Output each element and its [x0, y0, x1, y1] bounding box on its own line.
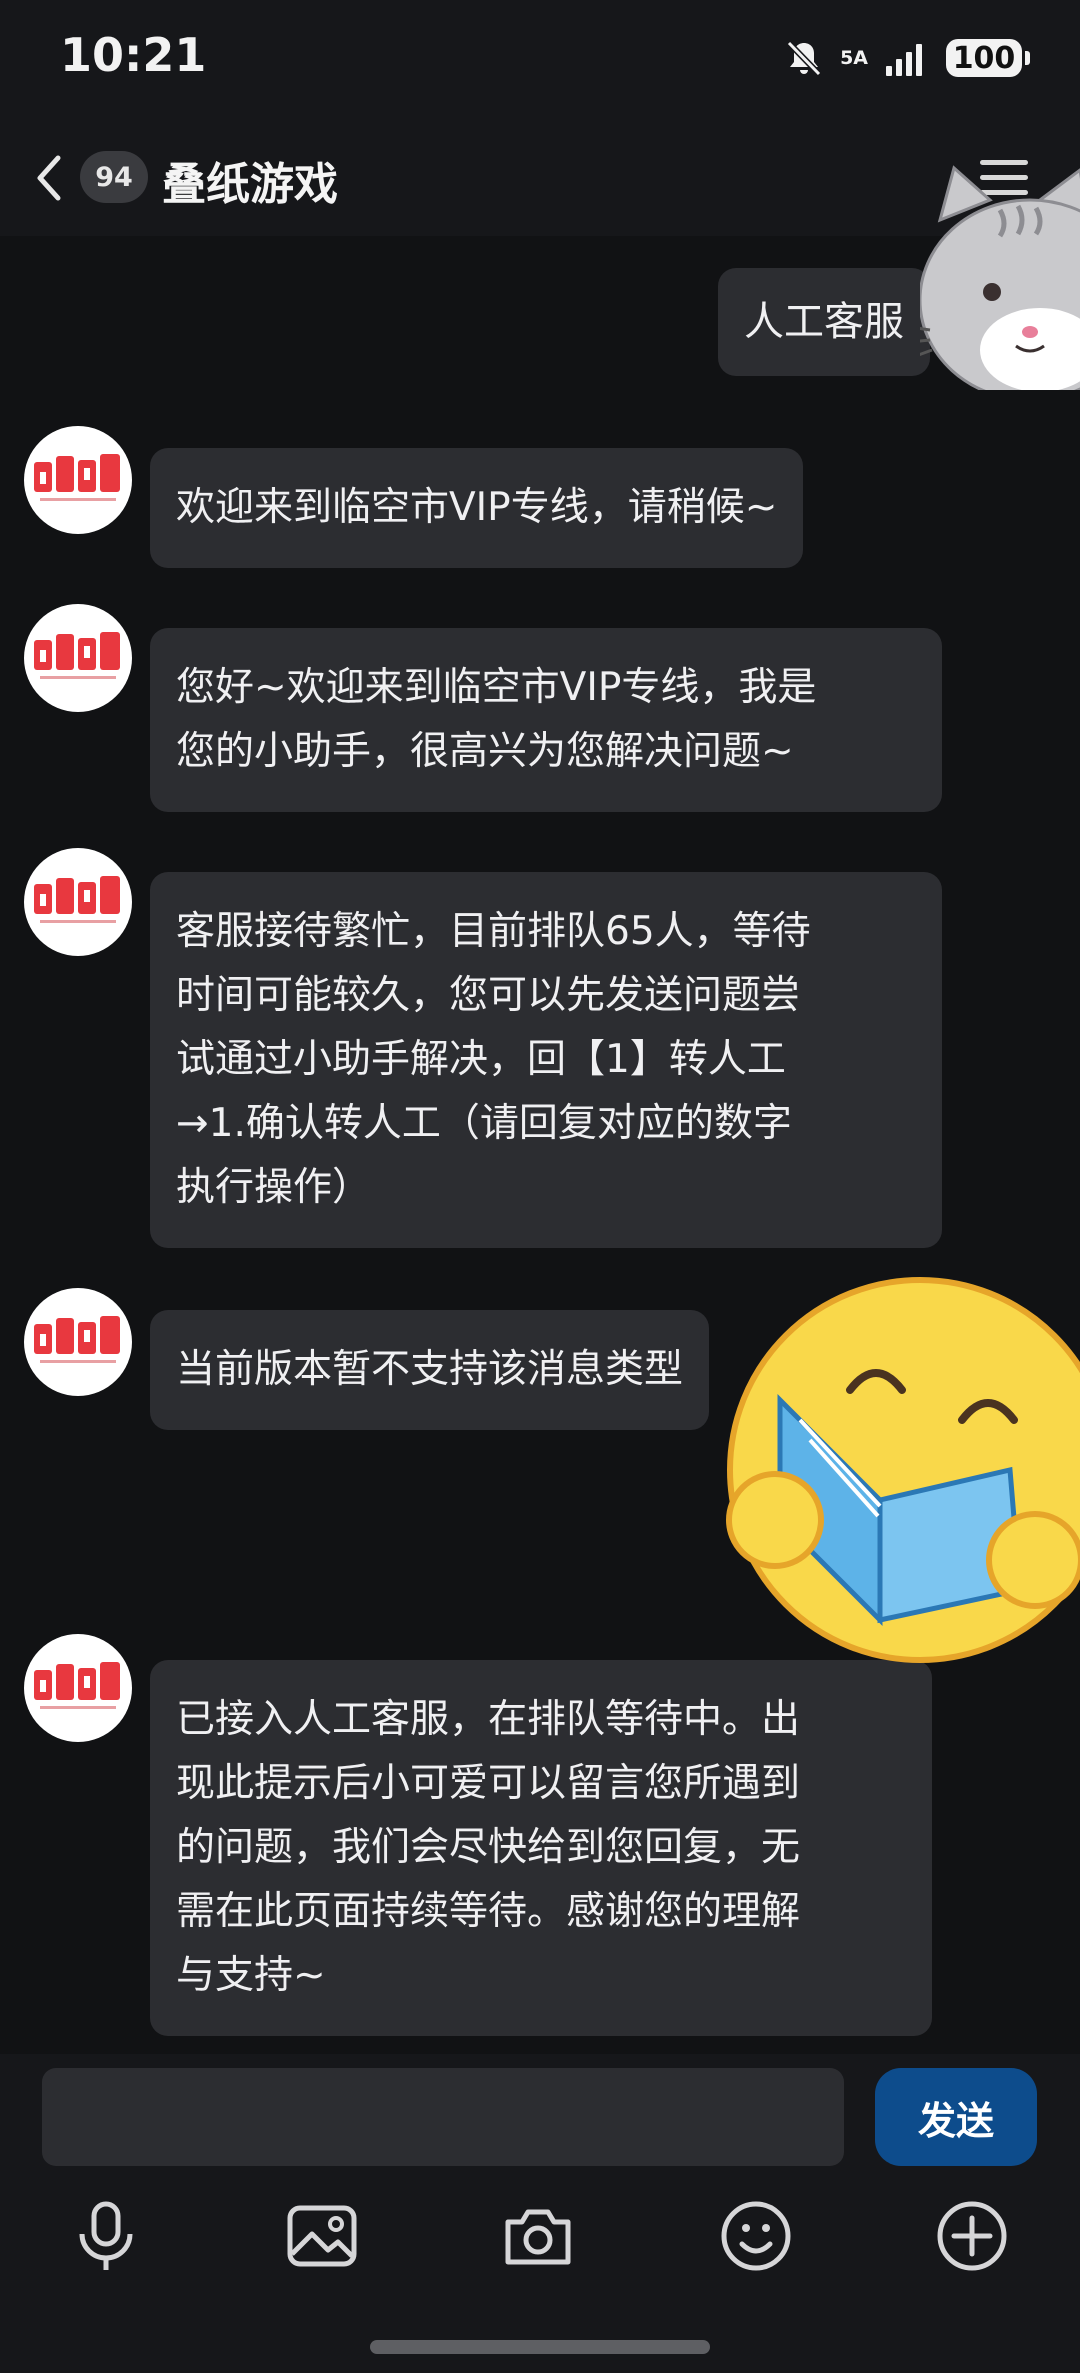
- camera-icon[interactable]: [500, 2198, 576, 2274]
- status-bar: 10:21 5A 100: [0, 0, 1080, 120]
- message-text: 人工客服: [744, 299, 904, 345]
- message-line: →1.确认转人工（请回复对应的数字: [176, 1101, 792, 1146]
- home-indicator[interactable]: [370, 2340, 710, 2354]
- message-line: 您的小助手，很高兴为您解决问题~: [176, 729, 794, 774]
- avatar[interactable]: [24, 1288, 132, 1396]
- message-line: 时间可能较久，您可以先发送问题尝: [176, 973, 801, 1018]
- signal-icon: [886, 44, 922, 76]
- message-bubble-incoming[interactable]: 已接入人工客服，在排队等待中。出 现此提示后小可爱可以留言您所遇到 的问题，我们…: [150, 1660, 932, 2036]
- message-bubble-incoming[interactable]: 客服接待繁忙，目前排队65人，等待 时间可能较久，您可以先发送问题尝 试通过小助…: [150, 872, 942, 1248]
- image-icon[interactable]: [284, 2198, 360, 2274]
- message-bubble-outgoing[interactable]: 人工客服: [718, 268, 930, 376]
- chat-title: 叠纸游戏: [162, 159, 338, 210]
- unread-count-badge: 94: [80, 151, 148, 203]
- message-line: 执行操作）: [176, 1165, 372, 1210]
- avatar[interactable]: [24, 426, 132, 534]
- status-time: 10:21: [60, 28, 207, 82]
- message-bubble-incoming[interactable]: 欢迎来到临空市VIP专线，请稍候~: [150, 448, 804, 568]
- message-line: 的问题，我们会尽快给到您回复，无: [176, 1825, 801, 1870]
- bell-mute-icon: [786, 40, 822, 77]
- message-line: 需在此页面持续等待。感谢您的理解: [176, 1889, 801, 1934]
- message-line: 现此提示后小可爱可以留言您所遇到: [176, 1761, 801, 1806]
- message-list[interactable]: 人工客服 欢迎来到临空市VIP专线，请稍候~ 您好~欢迎来到临空市VIP专线，我…: [0, 236, 1080, 2054]
- brand-logo-icon: [34, 454, 120, 501]
- brand-logo-icon: [34, 632, 120, 679]
- brand-logo-icon: [34, 876, 120, 923]
- emoji-icon[interactable]: [718, 2198, 794, 2274]
- microphone-icon[interactable]: [68, 2198, 144, 2274]
- message-line: 客服接待繁忙，目前排队65人，等待: [176, 909, 811, 954]
- message-line: 与支持~: [176, 1953, 326, 1998]
- message-text: 欢迎来到临空市VIP专线，请稍候~: [176, 485, 778, 530]
- message-bubble-incoming[interactable]: 您好~欢迎来到临空市VIP专线，我是 您的小助手，很高兴为您解决问题~: [150, 628, 942, 812]
- back-arrow-icon[interactable]: [30, 150, 70, 206]
- cat-sticker: [920, 165, 1080, 390]
- status-icons: 5A 100: [784, 36, 1030, 80]
- input-bar: 发送: [0, 2054, 1080, 2373]
- message-line: 已接入人工客服，在排队等待中。出: [176, 1697, 801, 1742]
- network-label: 5A: [840, 47, 868, 69]
- message-line: 试通过小助手解决，回【1】转人工: [176, 1037, 786, 1082]
- avatar[interactable]: [24, 1634, 132, 1742]
- brand-logo-icon: [34, 1316, 120, 1363]
- plus-icon[interactable]: [934, 2198, 1010, 2274]
- brand-logo-icon: [34, 1662, 120, 1709]
- message-line: 您好~欢迎来到临空市VIP专线，我是: [176, 665, 817, 710]
- chat-header: 94 叠纸游戏: [0, 120, 1080, 236]
- avatar[interactable]: [24, 604, 132, 712]
- message-input[interactable]: [42, 2068, 844, 2166]
- battery-icon: 100: [946, 39, 1030, 77]
- send-button[interactable]: 发送: [875, 2068, 1037, 2166]
- message-text: 当前版本暂不支持该消息类型: [176, 1347, 684, 1392]
- message-bubble-incoming[interactable]: 当前版本暂不支持该消息类型: [150, 1310, 710, 1430]
- avatar[interactable]: [24, 848, 132, 956]
- reading-emoji-sticker: [726, 1277, 1080, 1663]
